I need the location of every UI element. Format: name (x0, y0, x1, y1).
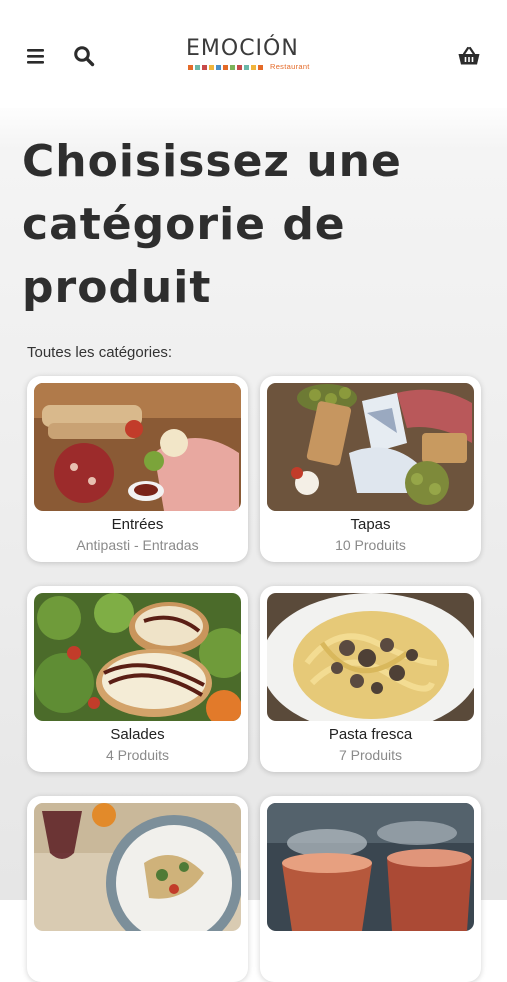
page-title: Choisissez une catégorie de produit (22, 136, 402, 313)
category-photo (34, 383, 241, 511)
category-subtitle: 7 Produits (338, 747, 403, 763)
category-name: Tapas (350, 516, 391, 533)
basket-icon[interactable] (453, 40, 485, 72)
category-photo (267, 593, 474, 721)
search-icon[interactable] (68, 40, 100, 72)
logo-color-strip (188, 65, 263, 70)
category-subtitle: Antipasti - Entradas (76, 537, 199, 553)
category-photo (267, 803, 474, 931)
category-card-tapas[interactable]: Tapas 10 Produits (260, 376, 481, 562)
category-subtitle: 10 Produits (335, 537, 406, 553)
hamburger-menu-icon[interactable] (20, 40, 52, 72)
category-card-6[interactable] (260, 796, 481, 982)
category-card-pasta-fresca[interactable]: Pasta fresca 7 Produits (260, 586, 481, 772)
category-name: Salades (110, 726, 165, 743)
category-photo (267, 383, 474, 511)
brand-logo[interactable]: EMOCIÓN Restaurant (186, 36, 322, 76)
category-subtitle: 4 Produits (105, 747, 170, 763)
category-name: Entrées (111, 516, 164, 533)
section-label: Toutes les catégories: (27, 344, 173, 361)
brand-name: EMOCIÓN (186, 36, 299, 61)
brand-subtitle: Restaurant (270, 62, 310, 71)
category-photo (34, 803, 241, 931)
category-name: Pasta fresca (328, 726, 413, 743)
category-photo (34, 593, 241, 721)
category-card-5[interactable] (27, 796, 248, 982)
category-card-salades[interactable]: Salades 4 Produits (27, 586, 248, 772)
app-header: EMOCIÓN Restaurant (0, 0, 507, 108)
category-card-entrees[interactable]: Entrées Antipasti - Entradas (27, 376, 248, 562)
